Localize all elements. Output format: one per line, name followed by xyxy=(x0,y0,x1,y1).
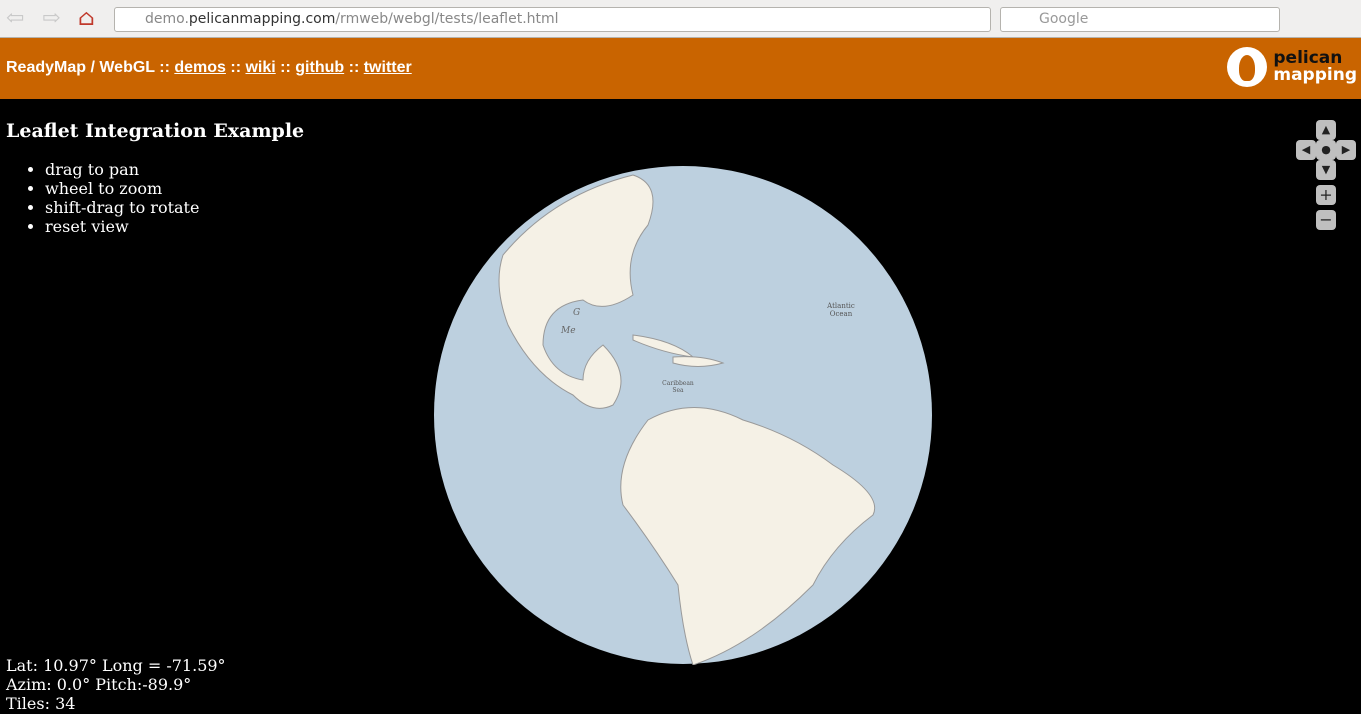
link-wiki[interactable]: wiki xyxy=(245,59,275,76)
forward-icon[interactable]: ⇨ xyxy=(42,6,60,31)
tiles-readout: Tiles: 34 xyxy=(6,694,76,713)
leaflet-link[interactable]: Leaflet xyxy=(6,120,78,142)
link-twitter[interactable]: twitter xyxy=(364,59,412,76)
search-input[interactable]: Google xyxy=(1000,7,1280,32)
map-label: Atlantic xyxy=(826,302,855,310)
pan-right-icon[interactable]: ▶ xyxy=(1336,140,1356,160)
pan-up-icon[interactable]: ▲ xyxy=(1316,120,1336,140)
pan-down-icon[interactable]: ▼ xyxy=(1316,160,1336,180)
azimuth-readout: Azim: 0.0° Pitch:-89.9° xyxy=(6,675,192,694)
map-label: Ocean xyxy=(830,310,853,318)
back-icon[interactable]: ⇦ xyxy=(6,6,24,31)
zoom-in-icon[interactable]: + xyxy=(1316,185,1336,205)
home-icon[interactable]: ⌂ xyxy=(78,6,95,31)
pan-left-icon[interactable]: ◀ xyxy=(1296,140,1316,160)
instructions-list: drag to pan wheel to zoom shift-drag to … xyxy=(45,160,199,236)
url-bar[interactable]: demo.pelicanmapping.com/rmweb/webgl/test… xyxy=(114,7,991,32)
map-label: G xyxy=(573,308,580,318)
site-title: ReadyMap / WebGL xyxy=(6,59,155,76)
latlong-readout: Lat: 10.97° Long = -71.59° xyxy=(6,656,226,675)
link-github[interactable]: github xyxy=(295,59,344,76)
link-demos[interactable]: demos xyxy=(174,59,226,76)
list-item: shift-drag to rotate xyxy=(45,198,199,217)
globe-map[interactable]: Atlantic Ocean Caribbean Sea G Me xyxy=(433,165,933,665)
pelican-logo: pelican mapping xyxy=(1227,47,1357,87)
map-label: Me xyxy=(560,326,576,336)
list-item: reset view xyxy=(45,217,199,236)
reset-view-link[interactable]: reset view xyxy=(45,217,129,236)
zoom-out-icon[interactable]: − xyxy=(1316,210,1336,230)
list-item: drag to pan xyxy=(45,160,199,179)
status-readout: Lat: 10.97° Long = -71.59° Azim: 0.0° Pi… xyxy=(6,656,226,713)
map-label: Caribbean xyxy=(662,380,694,387)
globe-icon[interactable]: ● xyxy=(1316,140,1336,160)
page-title: Leaflet Integration Example xyxy=(6,120,305,142)
site-header: ReadyMap / WebGL :: demos :: wiki :: git… xyxy=(0,38,1361,99)
map-label: Sea xyxy=(672,387,684,394)
pelican-icon xyxy=(1227,47,1268,87)
list-item: wheel to zoom xyxy=(45,179,199,198)
browser-toolbar: ⇦ ⇨ ⌂ demo.pelicanmapping.com/rmweb/webg… xyxy=(0,0,1361,38)
